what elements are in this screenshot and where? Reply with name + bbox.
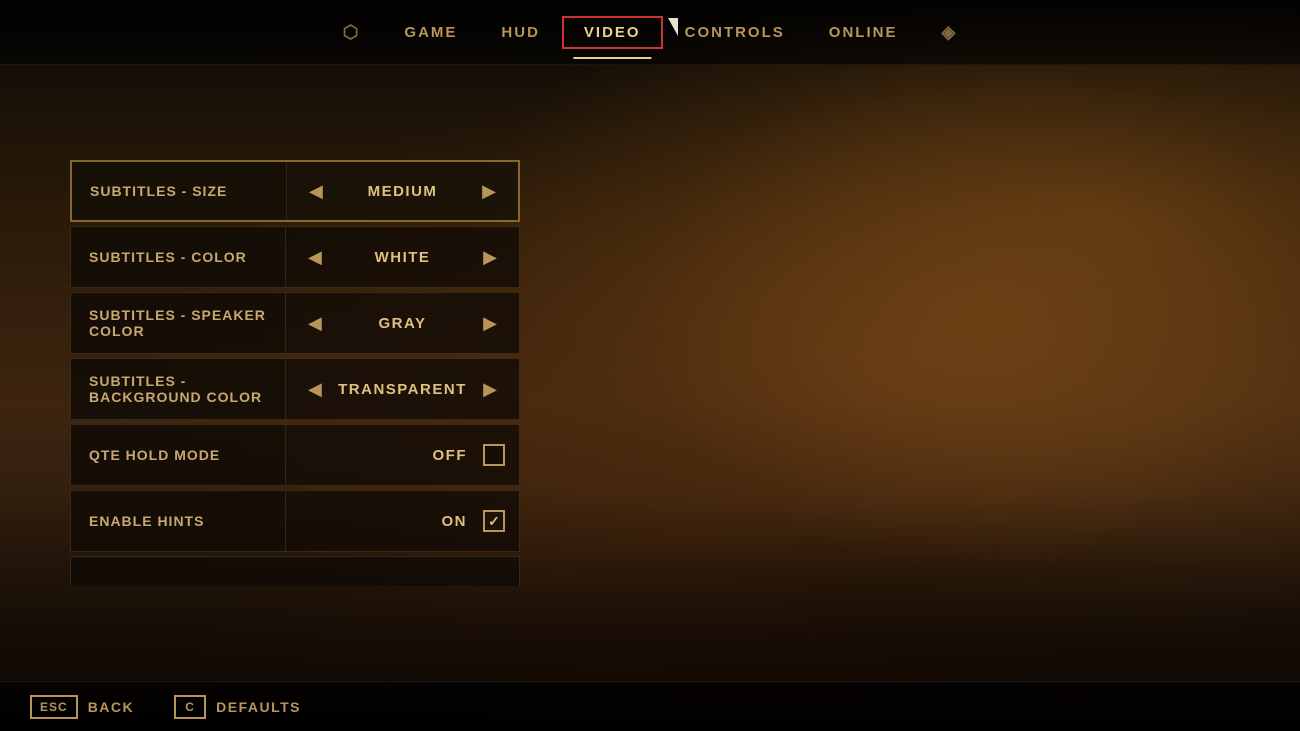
subtitles-size-label: Subtitles - Size — [72, 162, 287, 220]
subtitles-color-value: White — [330, 249, 475, 266]
subtitles-size-left-arrow[interactable]: ◀ — [301, 178, 331, 204]
bottom-bar: ESC Back C Defaults — [0, 681, 1300, 731]
subtitles-bg-color-control: ◀ Transparent ▶ — [286, 359, 519, 419]
subtitles-bg-color-label: Subtitles - Background Color — [71, 359, 286, 419]
nav-icon-left: ⬡ — [321, 14, 383, 51]
setting-row-partial — [70, 556, 520, 586]
enable-hints-label: Enable Hints — [71, 491, 286, 551]
defaults-label: Defaults — [216, 699, 301, 715]
qte-hold-mode-label: QTE Hold Mode — [71, 425, 286, 485]
subtitles-speaker-right-arrow[interactable]: ▶ — [475, 310, 505, 336]
subtitles-color-label: Subtitles - Color — [71, 227, 286, 287]
setting-row-enable-hints: Enable Hints On — [70, 490, 520, 552]
subtitles-size-value: Medium — [331, 183, 474, 200]
tab-video[interactable]: VIDEO — [562, 16, 663, 49]
qte-hold-mode-checkbox[interactable] — [483, 444, 505, 466]
tab-controls-label: CONTROLS — [685, 24, 785, 41]
subtitles-speaker-color-label: Subtitles - Speaker Color — [71, 293, 286, 353]
subtitles-speaker-left-arrow[interactable]: ◀ — [300, 310, 330, 336]
setting-row-qte-hold-mode: QTE Hold Mode Off — [70, 424, 520, 486]
setting-row-subtitles-size: Subtitles - Size ◀ Medium ▶ — [70, 160, 520, 222]
subtitles-size-right-arrow[interactable]: ▶ — [474, 178, 504, 204]
setting-row-subtitles-color: Subtitles - Color ◀ White ▶ — [70, 226, 520, 288]
subtitles-bg-left-arrow[interactable]: ◀ — [300, 376, 330, 402]
setting-row-subtitles-bg-color: Subtitles - Background Color ◀ Transpare… — [70, 358, 520, 420]
back-key: ESC — [30, 695, 78, 719]
defaults-hint[interactable]: C Defaults — [174, 695, 301, 719]
qte-hold-mode-control: Off — [286, 425, 519, 485]
tab-controls[interactable]: CONTROLS — [663, 16, 807, 49]
tab-video-label: VIDEO — [584, 24, 641, 41]
subtitles-color-control: ◀ White ▶ — [286, 227, 519, 287]
subtitles-bg-right-arrow[interactable]: ▶ — [475, 376, 505, 402]
qte-hold-mode-value: Off — [433, 447, 468, 464]
nav-icon-right: ◈ — [919, 14, 979, 51]
tab-online-label: ONLINE — [829, 24, 898, 41]
enable-hints-value: On — [442, 513, 468, 530]
mouse-cursor — [668, 18, 678, 36]
subtitles-color-right-arrow[interactable]: ▶ — [475, 244, 505, 270]
tab-game-label: GAME — [404, 24, 457, 41]
tab-game[interactable]: GAME — [382, 16, 479, 49]
tab-hud[interactable]: HUD — [479, 16, 562, 49]
setting-row-subtitles-speaker-color: Subtitles - Speaker Color ◀ Gray ▶ — [70, 292, 520, 354]
subtitles-bg-color-value: Transparent — [330, 381, 475, 398]
subtitles-speaker-color-control: ◀ Gray ▶ — [286, 293, 519, 353]
back-label: Back — [88, 699, 134, 715]
settings-panel: Subtitles - Size ◀ Medium ▶ Subtitles - … — [70, 160, 520, 586]
tab-hud-label: HUD — [501, 24, 540, 41]
subtitles-size-control: ◀ Medium ▶ — [287, 162, 518, 220]
defaults-key: C — [174, 695, 206, 719]
navigation-bar: ⬡ GAME HUD VIDEO CONTROLS ONLINE ◈ — [0, 0, 1300, 65]
enable-hints-control: On — [286, 491, 519, 551]
subtitles-speaker-color-value: Gray — [330, 315, 475, 332]
enable-hints-checkbox[interactable] — [483, 510, 505, 532]
back-hint[interactable]: ESC Back — [30, 695, 134, 719]
subtitles-color-left-arrow[interactable]: ◀ — [300, 244, 330, 270]
tab-online[interactable]: ONLINE — [807, 16, 920, 49]
